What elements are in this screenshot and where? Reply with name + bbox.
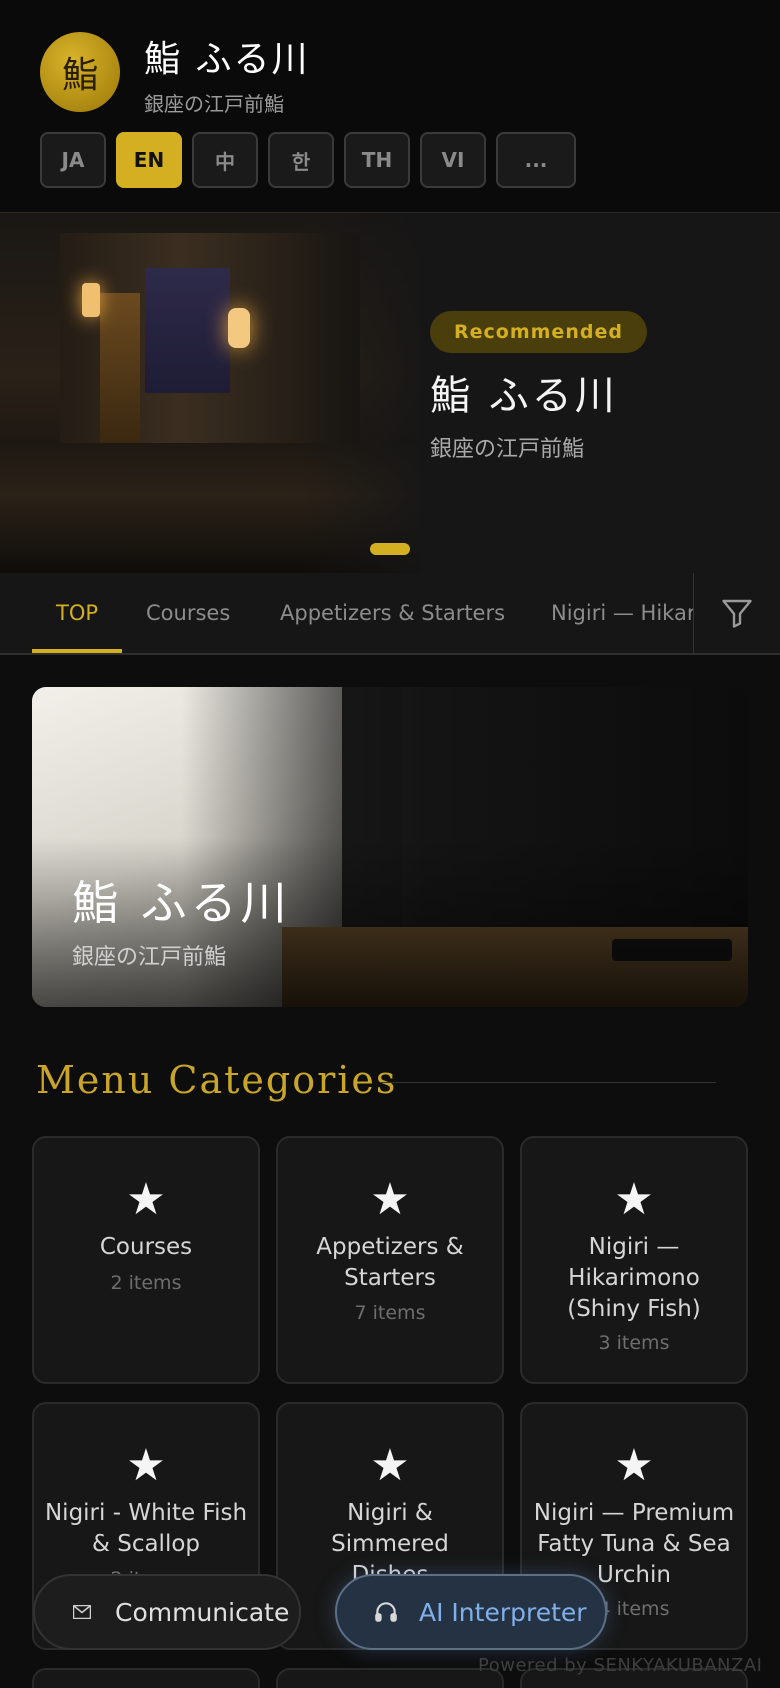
lang-button-en[interactable]: EN [116, 132, 182, 188]
banner-subtitle: 銀座の江戸前鮨 [72, 945, 227, 970]
star-icon: ★ [126, 1440, 166, 1491]
category-name: Nigiri — Hikarimono (Shiny Fish) [567, 1234, 701, 1322]
language-selector: JA EN 中 한 TH VI ... [40, 132, 576, 188]
restaurant-name: 鮨 ふる川 [144, 39, 310, 80]
lang-button-ko[interactable]: 한 [268, 132, 334, 188]
star-icon: ★ [614, 1440, 654, 1491]
category-count: 2 items [110, 1272, 182, 1294]
lang-button-th[interactable]: TH [344, 132, 410, 188]
ai-interpreter-label: AI Interpreter [419, 1597, 587, 1627]
star-icon: ★ [126, 1174, 166, 1225]
carousel-indicator[interactable] [370, 543, 410, 555]
category-name: Nigiri - White Fish & Scallop [44, 1500, 248, 1557]
tab-nigiri-hikari[interactable]: Nigiri — Hikari [551, 573, 693, 653]
star-icon: ★ [614, 1174, 654, 1225]
tab-top[interactable]: TOP [56, 573, 98, 653]
star-icon: ★ [370, 1440, 410, 1491]
menu-categories-heading: Menu Categories [36, 1058, 398, 1102]
category-card-courses[interactable]: ★ Courses 2 items [32, 1136, 260, 1384]
mail-icon [67, 1605, 97, 1619]
hero-subtitle: 銀座の江戸前鮨 [430, 437, 585, 462]
category-name: Courses [99, 1234, 193, 1260]
category-card-partial[interactable] [276, 1668, 504, 1688]
restaurant-tagline: 銀座の江戸前鮨 [144, 92, 284, 116]
headphones-icon [371, 1599, 401, 1625]
category-tabs: TOP Courses Appetizers & Starters Nigiri… [0, 573, 780, 655]
category-count: 7 items [354, 1302, 426, 1324]
category-card-partial[interactable] [32, 1668, 260, 1688]
lang-button-ja[interactable]: JA [40, 132, 106, 188]
ai-interpreter-button[interactable]: AI Interpreter [335, 1574, 607, 1650]
tab-courses[interactable]: Courses [146, 573, 230, 653]
app-header: 鮨 鮨 ふる川 銀座の江戸前鮨 JA EN 中 한 TH VI ... [0, 0, 780, 213]
category-count: 3 items [598, 1332, 670, 1354]
star-icon: ★ [370, 1174, 410, 1225]
communicate-button[interactable]: Communicate [33, 1574, 301, 1650]
communicate-label: Communicate [115, 1597, 290, 1627]
category-card-appetizers[interactable]: ★ Appetizers & Starters 7 items [276, 1136, 504, 1384]
filter-icon [722, 599, 752, 628]
powered-by-text: Powered by SENKYAKUBANZAI [478, 1655, 763, 1676]
hero-title: 鮨 ふる川 [430, 373, 618, 419]
restaurant-banner[interactable]: 鮨 ふる川 銀座の江戸前鮨 [32, 687, 748, 1007]
section-divider [380, 1082, 716, 1083]
restaurant-logo: 鮨 [40, 32, 120, 112]
lang-button-zh[interactable]: 中 [192, 132, 258, 188]
lang-button-vi[interactable]: VI [420, 132, 486, 188]
hero-carousel[interactable]: Recommended 鮨 ふる川 銀座の江戸前鮨 [0, 213, 780, 573]
recommended-badge: Recommended [430, 311, 647, 353]
category-card-nigiri-hikarimono[interactable]: ★ Nigiri — Hikarimono (Shiny Fish) 3 ite… [520, 1136, 748, 1384]
category-name: Appetizers & Starters [316, 1234, 464, 1291]
tab-appetizers[interactable]: Appetizers & Starters [280, 573, 505, 653]
active-tab-indicator [32, 649, 122, 653]
filter-button[interactable] [693, 573, 780, 653]
lang-button-more[interactable]: ... [496, 132, 576, 188]
banner-title: 鮨 ふる川 [72, 876, 291, 930]
